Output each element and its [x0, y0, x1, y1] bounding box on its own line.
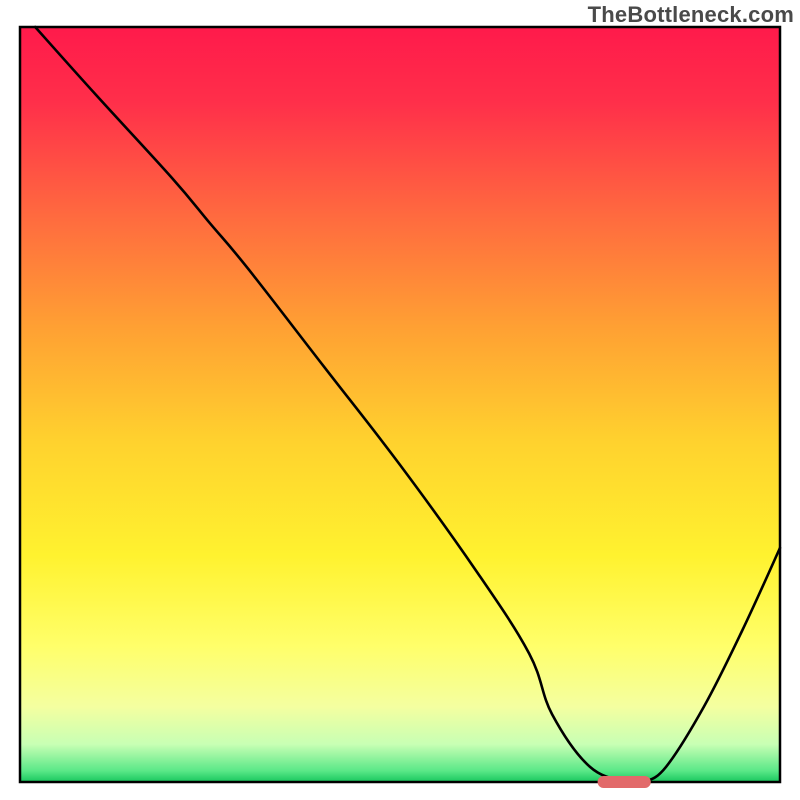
- optimal-marker: [598, 776, 651, 788]
- chart-frame: TheBottleneck.com: [0, 0, 800, 800]
- chart-svg: [0, 0, 800, 800]
- plot-background: [20, 27, 780, 782]
